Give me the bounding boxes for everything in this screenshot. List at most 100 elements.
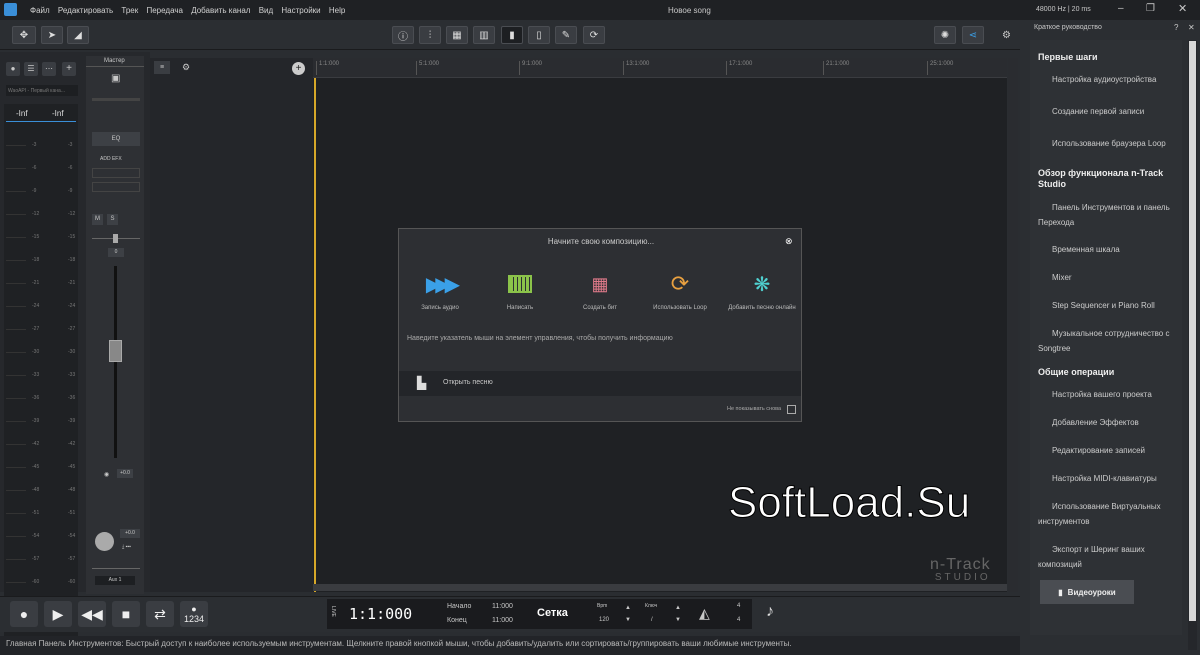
add-icon[interactable]: + [62,62,76,76]
pencil-icon[interactable]: ✎ [555,26,577,44]
playhead[interactable] [314,58,316,592]
time-sig-bottom[interactable]: 4 [737,617,740,623]
menu-view[interactable]: Вид [259,6,273,15]
share-icon[interactable]: ⋖ [962,26,984,44]
step-sequencer-icon[interactable]: ▦ [446,26,468,44]
guide-link[interactable]: Настройка вашего проекта [1052,387,1174,402]
menu-edit[interactable]: Редактировать [58,6,113,15]
fx-slot[interactable] [92,168,140,178]
guitar-tuner-icon[interactable]: ▮ [501,26,523,44]
add-fx-label[interactable]: ADD EFX [100,156,122,162]
menu-help[interactable]: Help [329,6,345,15]
volume-tool-icon[interactable]: ◢ [67,26,89,44]
add-song-online-option[interactable]: ❋ Добавить песню онлайн [725,269,799,312]
fx-slot[interactable] [92,182,140,192]
guide-link[interactable]: Использование Виртуальных инструментов [1038,499,1174,529]
eq-button[interactable]: EQ [92,132,140,146]
menu-transport[interactable]: Передача [146,6,182,15]
guide-link[interactable]: Создание первой записи [1052,104,1174,119]
sample-rate: 48000 Hz | 20 ms [1036,6,1091,13]
pan-knob[interactable] [113,234,118,243]
metronome-icon[interactable]: ◭ [699,605,710,622]
guide-link[interactable]: Добавление Эффектов [1052,415,1174,430]
loop-icon[interactable]: ⇄ [146,601,174,627]
list-icon[interactable]: ☰ [24,62,38,76]
stop-icon[interactable]: ■ [112,601,140,627]
track-settings-icon[interactable]: ⚙ [182,62,190,73]
speaker-icon[interactable]: ▣ [111,73,120,84]
meter-tick-label: -36 [32,395,40,401]
start-value[interactable]: 11:000 [492,603,513,610]
metronome-icon[interactable]: ▯ [528,26,550,44]
help-icon[interactable]: ? [1174,23,1178,32]
move-tool-icon[interactable]: ✥ [12,26,36,44]
add-track-icon[interactable]: + [292,62,305,75]
track-filter-icon[interactable]: ≡ [154,61,170,74]
guide-link[interactable]: Настройка MIDI-клавиатуры [1052,471,1174,486]
meter-tick-label: -24 [68,303,76,309]
key-value[interactable]: / [651,617,653,623]
create-beat-option[interactable]: ▦ Создать бит [563,269,637,312]
phase-icon[interactable]: ◉ [104,471,109,478]
pointer-tool-icon[interactable]: ➤ [41,26,63,44]
piano-roll-icon[interactable]: ▥ [473,26,495,44]
menu-settings[interactable]: Настройки [281,6,320,15]
meter-tick-label: -42 [68,441,76,447]
guide-link[interactable]: Настройка аудиоустройства [1052,72,1174,87]
meter-tick-label: -9 [32,188,37,194]
info-icon[interactable]: ⓘ [392,26,414,44]
scroll-thumb[interactable] [1189,41,1196,621]
time-ruler[interactable]: 1:1:000 5:1:000 9:1:000 13:1:000 17:1:00… [313,58,1007,78]
maximize-icon[interactable]: ❐ [1146,3,1155,14]
rewind-icon[interactable]: ◀◀ [78,601,106,627]
more-icon[interactable]: ⋯ [42,62,56,76]
gear-icon[interactable]: ⚙ [1002,30,1011,41]
menu-add-channel[interactable]: Добавить канал [191,6,250,15]
video-tutorials-button[interactable]: ▮ Видеоуроки [1040,580,1134,604]
guide-link[interactable]: Использование браузера Loop [1052,136,1174,151]
dont-show-checkbox[interactable] [787,405,796,414]
master-strip: Мастер ▣ EQ ADD EFX M S 0 ◉ +0.0 +0.0 ⤓ … [86,56,144,594]
tuner-note-icon[interactable]: ♪ [766,603,774,621]
record-arm-icon[interactable]: ● [6,62,20,76]
snap-button[interactable]: Сетка [537,607,568,619]
mute-button[interactable]: M [92,214,103,225]
minimize-icon[interactable]: – [1118,3,1124,14]
end-value[interactable]: 11:000 [492,617,513,624]
input-select[interactable]: WaoAPI - Первый кана... [6,85,78,96]
guide-link[interactable]: Музыкальное сотрудничество с Songtree [1038,326,1174,356]
time-sig-top[interactable]: 4 [737,603,740,609]
bpm-stepper-icon[interactable]: ▲ ▼ [625,602,631,626]
record-icon[interactable]: ● [10,601,38,627]
guide-link[interactable]: Редактирование записей [1052,443,1174,458]
guide-link[interactable]: Панель Инструментов и панель Перехода [1038,200,1174,230]
record-audio-option[interactable]: ▶▶▶ Запись аудио [403,269,477,312]
key-stepper-icon[interactable]: ▲ ▼ [675,602,681,626]
guide-link[interactable]: Step Sequencer и Piano Roll [1052,298,1174,313]
refresh-icon[interactable]: ⟳ [583,26,605,44]
guide-link[interactable]: Mixer [1052,270,1174,285]
guide-link[interactable]: Экспорт и Шеринг ваших композиций [1038,542,1174,572]
close-icon[interactable]: ✕ [1178,2,1187,15]
aux-select[interactable]: Aux 1 [95,576,135,585]
vertical-scrollbar[interactable] [1008,58,1018,592]
play-icon[interactable]: ▶ [44,601,72,627]
solo-button[interactable]: S [107,214,118,225]
dialog-close-icon[interactable]: ⊗ [785,236,793,247]
send-knob[interactable] [95,532,114,551]
menu-track[interactable]: Трек [121,6,138,15]
close-guide-icon[interactable]: ✕ [1188,23,1195,32]
count-in-button[interactable]: ● 1234 [180,601,208,627]
app-logo[interactable] [4,3,17,16]
horizontal-scrollbar[interactable] [313,584,1007,591]
mixer-icon[interactable]: ⫶ [419,26,441,44]
compose-option[interactable]: Написать [483,269,557,311]
open-song-row[interactable]: ▙ Открыть песню [399,371,801,396]
bpm-value[interactable]: 120 [599,617,609,623]
fx-icon[interactable]: ✺ [934,26,956,44]
use-loop-option[interactable]: ⟳ Использовать Loop [643,269,717,311]
guide-link[interactable]: Временная шкала [1052,242,1174,257]
menu-file[interactable]: Файл [30,6,50,15]
meter-tick-label: -60 [68,579,76,585]
volume-fader[interactable] [109,340,122,362]
